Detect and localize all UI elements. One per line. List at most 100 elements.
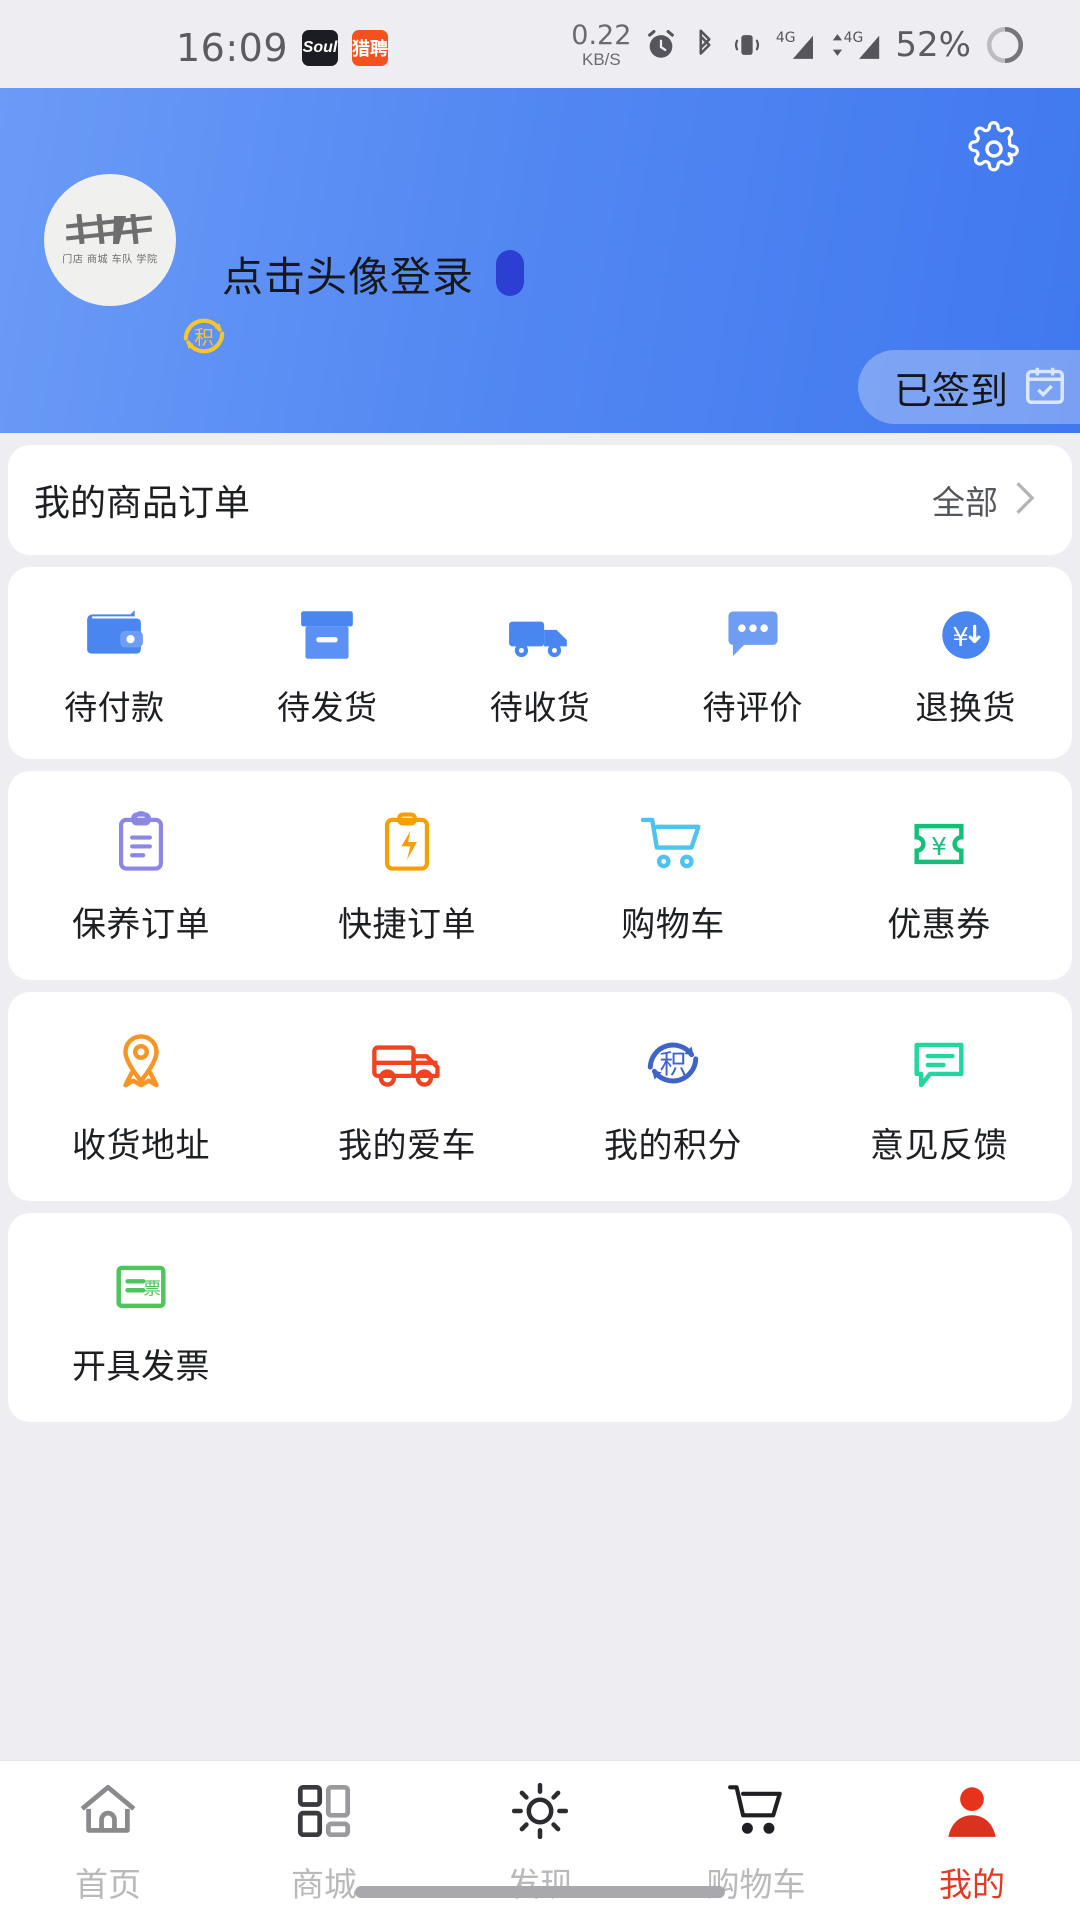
orders-view-all[interactable]: 全部 [932, 476, 1040, 525]
calendar-check-icon [1022, 362, 1068, 413]
login-prompt[interactable]: 点击头像登录 [222, 243, 524, 303]
status-bar: 16:09 Soul 猎聘 0.22 KB/S 4G 4G 52% [0, 0, 1080, 88]
order-status-card: 待付款 待发货 待收货 待评价 ¥ 退换货 [8, 567, 1072, 759]
battery-icon [984, 24, 1026, 66]
bottom-tab-bar: 首页 商城 发现 购物车 我的 [0, 1760, 1080, 1920]
order-status-label: 待收货 [489, 689, 591, 726]
status-bar-right: 0.22 KB/S 4G 4G 52% [571, 22, 1026, 68]
services-card-row3: 票 开具发票 [8, 1213, 1072, 1422]
status-bar-left: 16:09 Soul 猎聘 [176, 26, 389, 70]
order-status-label: 退换货 [915, 689, 1016, 726]
svg-text:4G: 4G [776, 30, 796, 46]
tab-mall[interactable]: 商城 [216, 1761, 432, 1906]
profile-icon [943, 1783, 1001, 1844]
signin-button[interactable]: 已签到 [857, 350, 1080, 424]
cart-icon [723, 1783, 789, 1844]
services-grid-row3: 票 开具发票 [8, 1213, 1072, 1422]
service-label: 优惠券 [887, 906, 991, 944]
tab-discover[interactable]: 发现 [432, 1761, 648, 1906]
order-status-label: 待发货 [276, 689, 378, 726]
svg-text:票: 票 [143, 1279, 161, 1300]
tab-label: 商城 [291, 1866, 357, 1903]
chevron-right-icon [1006, 476, 1040, 525]
order-status-label: 待付款 [64, 689, 165, 726]
grid-icon [295, 1783, 353, 1844]
home-indicator [355, 1886, 725, 1898]
orders-view-all-label: 全部 [932, 484, 998, 521]
box-icon [299, 601, 355, 663]
brand-logo-subtitle: 门店 商城 车队 学院 [62, 253, 158, 265]
service-maintenance-orders[interactable]: 保养订单 [8, 771, 274, 980]
signin-label: 已签到 [893, 370, 1008, 413]
svg-text:¥: ¥ [952, 623, 968, 653]
services-grid-row2: 收货地址 我的爱车 积 我的积分 意见反馈 [8, 992, 1072, 1201]
service-label: 购物车 [621, 906, 725, 944]
location-pin-icon [114, 1032, 168, 1094]
network-speed-unit: KB/S [581, 50, 621, 69]
service-label: 意见反馈 [870, 1127, 1008, 1165]
signal-4g-data-icon: 4G [830, 28, 882, 62]
service-label: 收货地址 [72, 1127, 210, 1165]
svg-text:积: 积 [194, 326, 214, 349]
svg-text:¥: ¥ [931, 832, 947, 861]
orders-card: 我的商品订单 全部 [8, 445, 1072, 555]
order-status-pending-review[interactable]: 待评价 [646, 567, 859, 759]
feedback-icon [910, 1032, 968, 1094]
order-status-pending-receipt[interactable]: 待收货 [434, 567, 647, 759]
services-card-row1: 保养订单 快捷订单 购物车 ¥ 优惠券 [8, 771, 1072, 980]
tab-home[interactable]: 首页 [0, 1761, 216, 1906]
tab-cart[interactable]: 购物车 [648, 1761, 864, 1906]
order-status-return[interactable]: ¥ 退换货 [859, 567, 1072, 759]
battery-percent: 52% [895, 25, 971, 65]
avatar[interactable]: 门店 商城 车队 学院 [44, 174, 176, 306]
login-prompt-label: 点击头像登录 [222, 254, 474, 300]
tab-label: 我的 [939, 1866, 1005, 1903]
alarm-icon [644, 28, 678, 62]
service-label: 开具发票 [72, 1348, 210, 1386]
service-shipping-address[interactable]: 收货地址 [8, 992, 274, 1201]
service-coupons[interactable]: ¥ 优惠券 [806, 771, 1072, 980]
services-card-row2: 收货地址 我的爱车 积 我的积分 意见反馈 [8, 992, 1072, 1201]
service-label: 我的积分 [604, 1127, 742, 1165]
clipboard-icon [114, 811, 168, 873]
signal-4g-icon: 4G [775, 28, 817, 62]
network-speed-value: 0.22 [571, 20, 632, 51]
truck-icon [507, 601, 573, 663]
clipboard-bolt-icon [380, 811, 434, 873]
services-grid-row1: 保养订单 快捷订单 购物车 ¥ 优惠券 [8, 771, 1072, 980]
comment-icon [724, 601, 782, 663]
service-issue-invoice[interactable]: 票 开具发票 [8, 1213, 274, 1422]
service-label: 快捷订单 [338, 906, 476, 944]
tab-profile[interactable]: 我的 [864, 1761, 1080, 1906]
login-badge-icon [496, 250, 524, 296]
order-status-label: 待评价 [702, 689, 804, 726]
tab-label: 发现 [507, 1866, 573, 1903]
soul-app-icon: Soul [302, 30, 339, 66]
service-label: 我的爱车 [338, 1127, 476, 1165]
svg-text:积: 积 [660, 1049, 687, 1080]
tab-label: 首页 [75, 1866, 141, 1903]
service-feedback[interactable]: 意见反馈 [806, 992, 1072, 1201]
bluetooth-icon [691, 28, 719, 62]
service-my-vehicle[interactable]: 我的爱车 [274, 992, 540, 1201]
points-refresh-icon: 积 [642, 1032, 704, 1094]
wallet-icon [83, 601, 145, 663]
service-my-points[interactable]: 积 我的积分 [540, 992, 806, 1201]
discover-sun-icon [511, 1782, 569, 1844]
home-icon [77, 1783, 139, 1844]
invoice-icon: 票 [112, 1253, 170, 1315]
points-badge-icon[interactable]: 积 [178, 310, 230, 362]
order-status-pending-shipment[interactable]: 待发货 [221, 567, 434, 759]
orders-title: 我的商品订单 [34, 482, 251, 523]
gear-icon[interactable] [966, 121, 1022, 182]
status-time: 16:09 [176, 26, 289, 70]
brand-logo-icon [62, 213, 158, 248]
service-quick-orders[interactable]: 快捷订单 [274, 771, 540, 980]
orders-header[interactable]: 我的商品订单 全部 [8, 445, 1072, 555]
coupon-icon: ¥ [910, 811, 968, 873]
order-status-pending-payment[interactable]: 待付款 [8, 567, 221, 759]
service-label: 保养订单 [72, 906, 210, 944]
order-status-grid: 待付款 待发货 待收货 待评价 ¥ 退换货 [8, 567, 1072, 759]
network-speed: 0.22 KB/S [571, 22, 631, 68]
service-shopping-cart[interactable]: 购物车 [540, 771, 806, 980]
